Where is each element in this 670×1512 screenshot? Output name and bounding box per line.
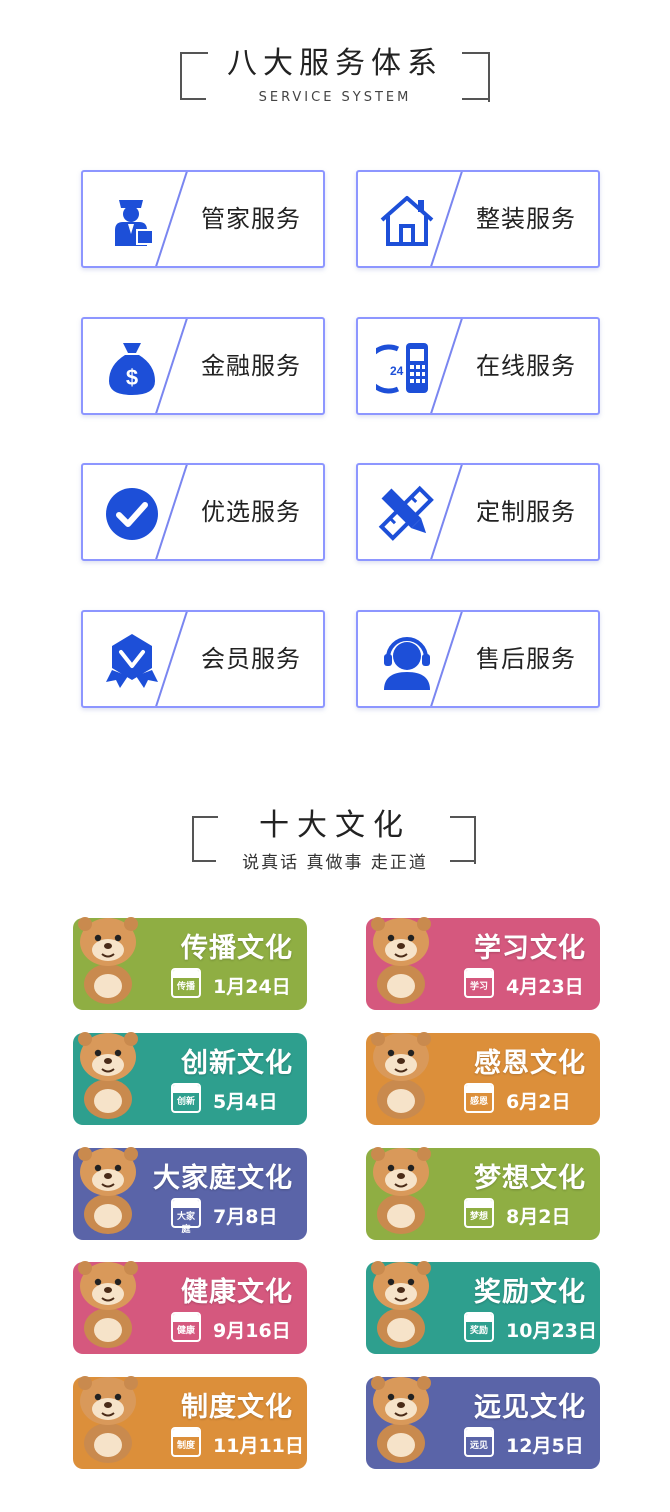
service-card-member[interactable]: 会员服务 [81,610,325,708]
culture-title: 制度文化 [181,1392,293,1423]
otter-mascot-icon [371,1147,431,1234]
svg-text:$: $ [126,365,138,390]
culture-date: 10月23日 [506,1320,597,1342]
culture-section-header: 十大文化 说真话 真做事 走正道 [0,798,670,873]
culture-date: 11月11日 [213,1435,304,1457]
calendar-icon: 远见 [464,1427,494,1457]
service-card-online[interactable]: 24 在线服务 [356,317,600,415]
culture-title: 健康文化 [181,1277,293,1308]
calendar-top [466,1085,492,1093]
culture-title: 感恩文化 [474,1048,586,1079]
otter-mascot-icon [371,1032,431,1119]
service-card-aftersales[interactable]: 售后服务 [356,610,600,708]
otter-mascot-icon [78,1261,138,1348]
service-label: 售后服务 [476,645,576,673]
service-label: 整装服务 [476,205,576,233]
service-label: 金融服务 [201,352,301,380]
otter-mascot-icon [371,1376,431,1463]
section-subtitle: SERVICE SYSTEM [258,90,412,105]
culture-date: 9月16日 [213,1320,291,1342]
calendar-top [173,1085,199,1093]
badge-icon [106,634,158,688]
culture-date: 7月8日 [213,1206,278,1228]
calendar-tag: 感恩 [469,1097,488,1107]
culture-title: 学习文化 [474,933,586,964]
calendar-icon: 奖励 [464,1312,494,1342]
otter-mascot-icon [78,1376,138,1463]
service-card-renovation[interactable]: 整装服务 [356,170,600,268]
calendar-top [466,1200,492,1208]
money-bag-icon: $ [109,343,155,395]
calendar-top [466,970,492,978]
service-label: 管家服务 [201,205,301,233]
check-circle-icon [106,488,158,540]
butler-icon [115,200,154,246]
calendar-top [466,1429,492,1437]
service-label: 优选服务 [201,498,301,526]
culture-title: 远见文化 [474,1392,586,1423]
calendar-icon: 学习 [464,968,494,998]
calendar-top [173,1429,199,1437]
culture-date: 12月5日 [506,1435,584,1457]
culture-date: 8月2日 [506,1206,571,1228]
otter-mascot-icon [371,917,431,1004]
culture-title: 传播文化 [181,933,293,964]
calendar-icon: 制度 [171,1427,201,1457]
calendar-tag: 奖励 [469,1326,488,1336]
otter-mascot-icon [371,1261,431,1348]
culture-title: 创新文化 [181,1048,293,1079]
calendar-top [173,1200,199,1208]
calendar-tag: 大家庭 [176,1212,195,1235]
calendar-tag: 制度 [176,1441,195,1451]
otter-mascot-icon [78,1147,138,1234]
service-label: 会员服务 [201,645,301,673]
svg-text:24: 24 [390,364,404,378]
service-label: 定制服务 [476,498,576,526]
section-title: 十大文化 [259,808,411,843]
culture-title: 梦想文化 [474,1163,586,1194]
section-subtitle: 说真话 真做事 走正道 [242,853,428,873]
calendar-tag: 传播 [176,982,195,992]
service-card-finance[interactable]: $ 金融服务 [81,317,325,415]
calendar-tag: 远见 [469,1441,488,1451]
otter-mascot-icon [78,1032,138,1119]
service-card-custom[interactable]: 定制服务 [356,463,600,561]
service-card-preferred[interactable]: 优选服务 [81,463,325,561]
culture-title: 奖励文化 [474,1277,586,1308]
calendar-icon: 传播 [171,968,201,998]
culture-date: 4月23日 [506,976,584,998]
calendar-icon: 健康 [171,1312,201,1342]
calendar-icon: 感恩 [464,1083,494,1113]
culture-date: 5月4日 [213,1091,278,1113]
calendar-top [173,970,199,978]
service-label: 在线服务 [476,352,576,380]
service-section-header: 八大服务体系 SERVICE SYSTEM [0,38,670,108]
culture-date: 1月24日 [213,976,291,998]
calendar-icon: 大家庭 [171,1198,201,1235]
calendar-icon: 创新 [171,1083,201,1113]
culture-title: 大家庭文化 [153,1163,293,1194]
otter-mascot-icon [78,917,138,1004]
pencil-ruler-icon [378,485,434,541]
house-icon [380,196,434,246]
calendar-top [173,1314,199,1322]
calendar-icon: 梦想 [464,1198,494,1228]
phone-24h-icon: 24 [376,343,428,394]
culture-date: 6月2日 [506,1091,571,1113]
calendar-tag: 创新 [176,1097,195,1107]
calendar-tag: 健康 [176,1326,195,1336]
calendar-top [466,1314,492,1322]
calendar-tag: 梦想 [469,1212,488,1222]
headset-icon [384,637,430,690]
service-card-butler[interactable]: 管家服务 [81,170,325,268]
calendar-tag: 学习 [469,982,488,992]
section-title: 八大服务体系 [227,46,443,81]
